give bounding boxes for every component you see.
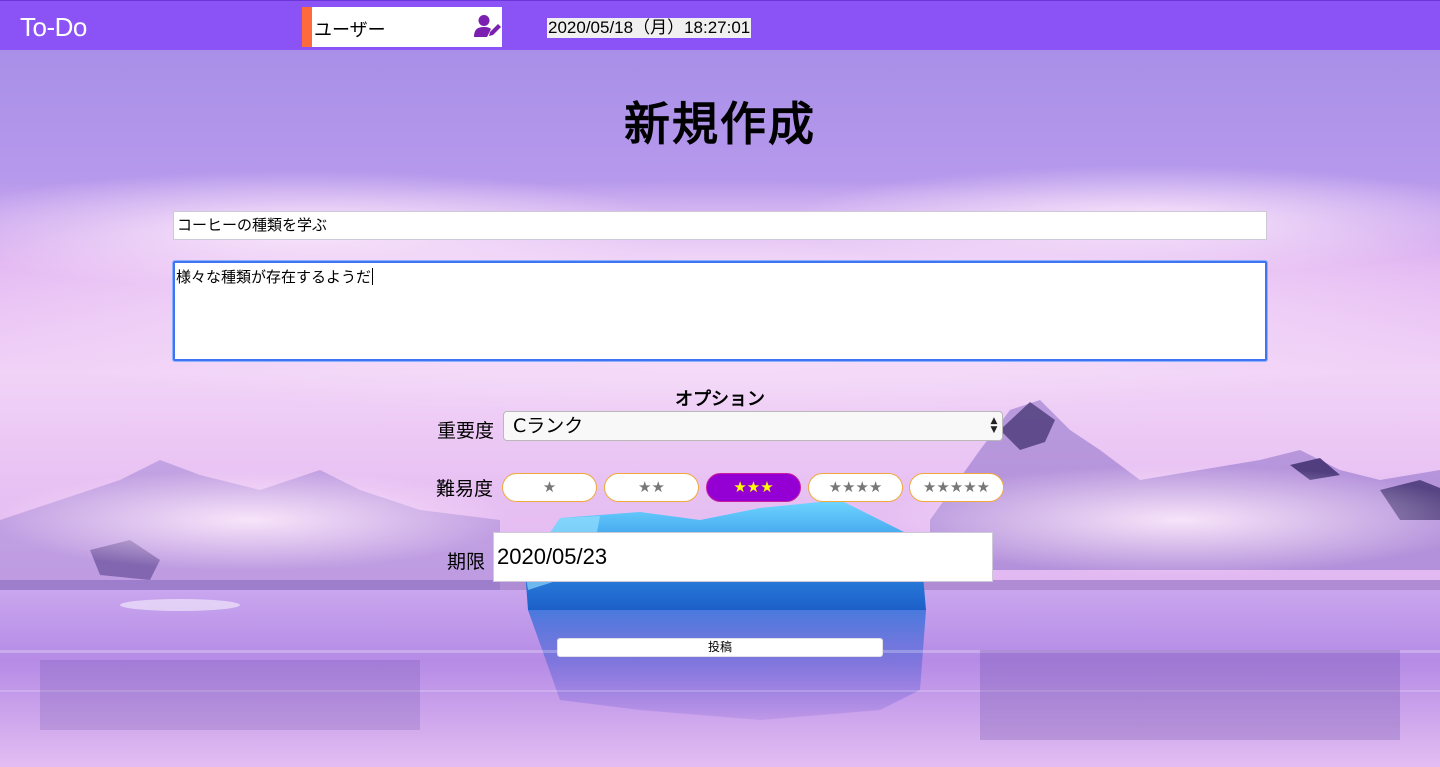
options-heading: オプション	[675, 389, 765, 410]
deadline-date-input[interactable]: 2020/05/23	[493, 532, 993, 582]
difficulty-option-2[interactable]: ★★	[604, 473, 699, 502]
task-description-textarea[interactable]: 様々な種類が存在するようだ	[173, 261, 1267, 361]
description-text: 様々な種類が存在するようだ	[176, 268, 372, 286]
select-arrows-icon: ▲ ▼	[990, 416, 998, 435]
priority-label: 重要度	[437, 420, 495, 442]
difficulty-option-1[interactable]: ★	[502, 473, 597, 502]
user-edit-icon[interactable]	[474, 14, 502, 38]
task-title-input[interactable]: コーヒーの種類を学ぶ	[173, 211, 1267, 240]
app-title[interactable]: To-Do	[20, 12, 87, 43]
priority-select[interactable]: Cランク ▲ ▼	[503, 411, 1003, 441]
user-profile-box[interactable]: ユーザー	[302, 7, 502, 47]
current-datetime: 2020/05/18（月）18:27:01	[547, 18, 752, 38]
difficulty-option-5[interactable]: ★★★★★	[909, 473, 1004, 502]
user-name: ユーザー	[314, 20, 386, 41]
submit-button[interactable]: 投稿	[557, 638, 883, 657]
difficulty-option-3[interactable]: ★★★	[706, 473, 801, 502]
deadline-label: 期限	[447, 551, 486, 573]
priority-selected-value: Cランク	[513, 415, 584, 437]
difficulty-star-options: ★ ★★ ★★★ ★★★★ ★★★★★	[502, 473, 1004, 502]
difficulty-label: 難易度	[436, 478, 494, 500]
difficulty-option-4[interactable]: ★★★★	[808, 473, 903, 502]
text-cursor	[372, 268, 374, 285]
top-navigation-bar: To-Do ユーザー 2020/05/18（月）18:27:01	[0, 0, 1440, 50]
page-title: 新規作成	[624, 97, 816, 151]
